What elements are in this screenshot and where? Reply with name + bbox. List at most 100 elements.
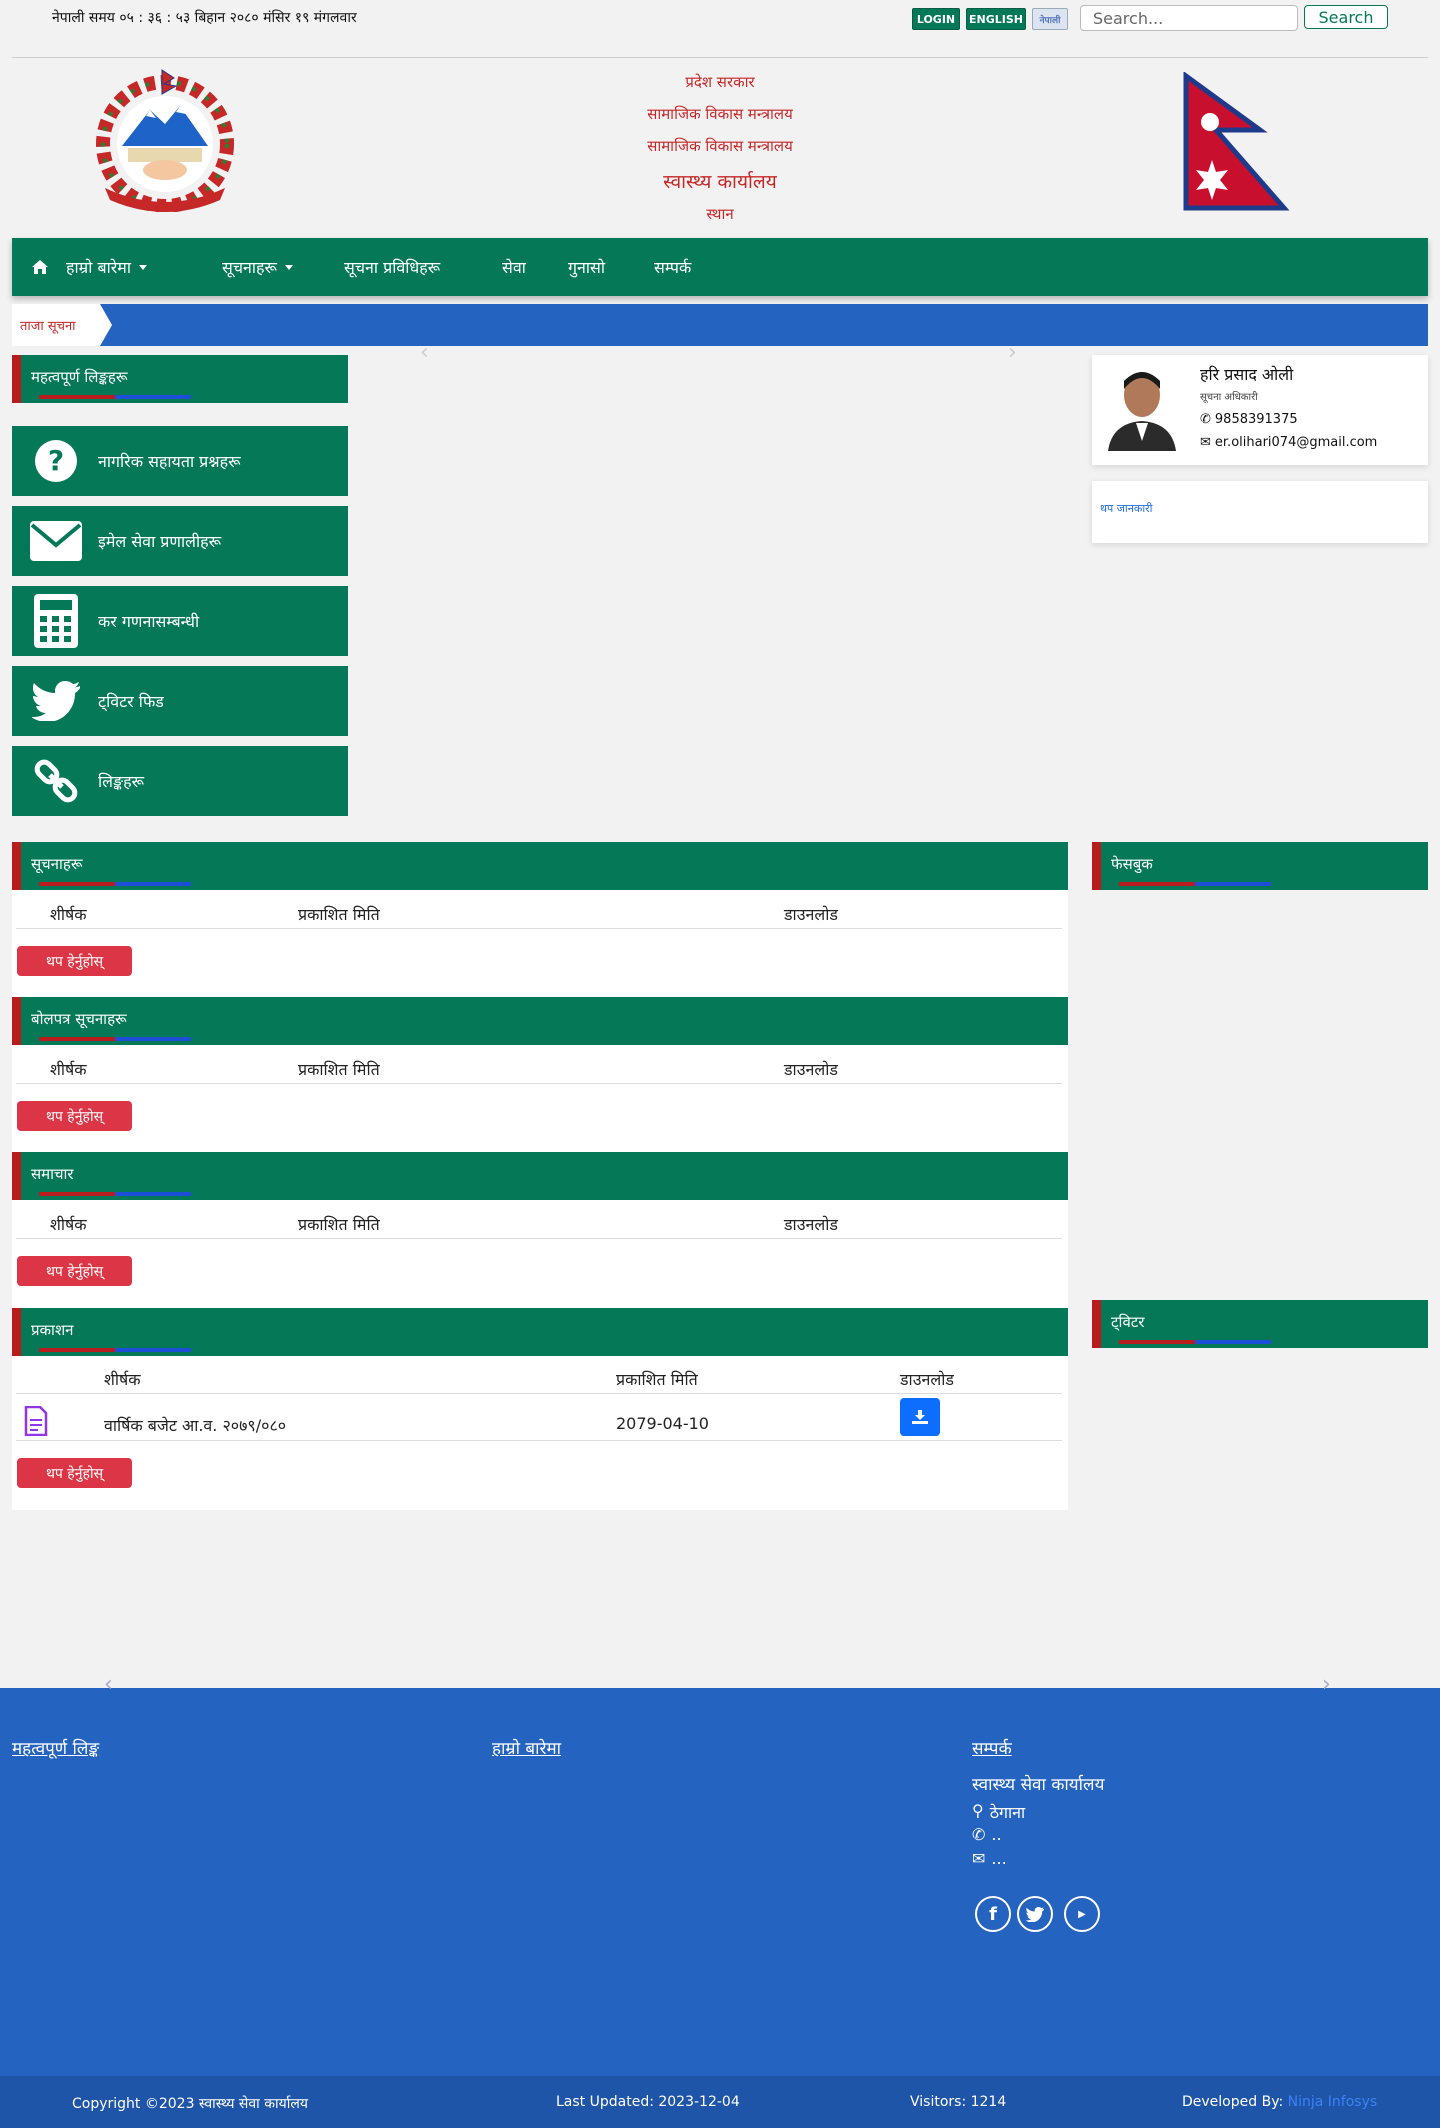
download-icon [912, 1410, 928, 1424]
table-divider [16, 1440, 1062, 1441]
nav-about[interactable]: हाम्रो बारेमा [66, 238, 147, 296]
officer-role: सूचना अधिकारी [1200, 392, 1258, 403]
news-ticker [12, 304, 1428, 346]
site-footer [0, 1688, 1440, 2076]
header-line-2: सामाजिक विकास मन्त्रालय [647, 105, 793, 123]
ticker-label: ताजा सूचना [12, 304, 112, 346]
notices-heading: सूचनाहरू [12, 842, 1068, 890]
nepali-language-button[interactable]: नेपाली [1032, 8, 1068, 30]
nepali-datetime: नेपाली समय ०५ : ३६ : ५३ बिहान २०८० मंसिर… [52, 10, 357, 26]
developed-by: Developed By: Ninja Infosys [1182, 2094, 1378, 2110]
officer-name: हरि प्रसाद ओली [1200, 365, 1294, 384]
footer-bottom-bar: Copyright ©2023 स्वास्थ्य सेवा कार्यालय … [0, 2076, 1440, 2128]
office-location: स्थान [706, 205, 734, 223]
home-icon[interactable] [32, 238, 48, 296]
tile-citizen-help[interactable]: ? नागरिक सहायता प्रश्नहरू [12, 426, 348, 496]
nav-complaints[interactable]: गुनासो [568, 238, 605, 296]
tile-calculator[interactable]: कर गणनासम्बन्धी [12, 586, 348, 656]
footer-slider-prev-icon[interactable]: ‹ [104, 1672, 113, 1697]
nav-contact[interactable]: सम्पर्क [654, 238, 691, 296]
last-updated-text: Last Updated: 2023-12-04 [556, 2094, 740, 2110]
col-download: डाउनलोड [784, 1215, 838, 1234]
col-download: डाउनलोड [900, 1370, 954, 1389]
news-heading: समाचार [12, 1152, 1068, 1200]
col-published-date: प्रकाशित मिति [298, 1060, 380, 1079]
header-line-3: सामाजिक विकास मन्त्रालय [647, 137, 793, 155]
officer-avatar [1102, 361, 1182, 451]
publications-more-button[interactable]: थप हेर्नुहोस् [17, 1458, 132, 1488]
col-download: डाउनलोड [784, 1060, 838, 1079]
main-navbar: हाम्रो बारेमा सूचनाहरू सूचना प्रविधिहरू … [12, 238, 1428, 296]
visitors-count: Visitors: 1214 [910, 2094, 1007, 2110]
officer-email: ✉ er.olihari074@gmail.com [1200, 435, 1378, 450]
search-button[interactable]: Search [1304, 5, 1388, 29]
english-language-button[interactable]: ENGLISH [966, 8, 1026, 30]
more-info-link[interactable]: थप जानकारी [1100, 501, 1153, 516]
copyright-text: Copyright ©2023 स्वास्थ्य सेवा कार्यालय [72, 2096, 308, 2112]
tile-links[interactable]: लिङ्कहरू [12, 746, 348, 816]
col-title: शीर्षक [50, 1215, 87, 1234]
col-published-date: प्रकाशित मिति [298, 905, 380, 924]
phone-icon: ✆ [1200, 412, 1211, 427]
news-more-button[interactable]: थप हेर्नुहोस् [17, 1256, 132, 1286]
file-text-icon [24, 1405, 48, 1440]
table-divider [16, 1238, 1062, 1239]
chevron-down-icon [284, 264, 293, 270]
table-divider [16, 928, 1062, 929]
officer-phone: ✆ 9858391375 [1200, 412, 1298, 427]
col-published-date: प्रकाशित मिति [298, 1215, 380, 1234]
developer-link[interactable]: Ninja Infosys [1288, 2094, 1378, 2110]
nepal-flag-image [1180, 71, 1290, 212]
envelope-icon: ✉ [972, 1849, 986, 1868]
footer-important-links-title[interactable]: महत्वपूर्ण लिङ्क [12, 1736, 99, 1759]
link-icon [26, 751, 86, 811]
phone-icon: ✆ [972, 1825, 986, 1844]
login-button[interactable]: LOGIN [912, 8, 960, 30]
footer-email: ✉... [972, 1849, 1007, 1868]
envelope-icon [26, 511, 86, 571]
map-marker-icon: ⚲ [972, 1801, 984, 1820]
col-download: डाउनलोड [784, 905, 838, 924]
youtube-icon[interactable]: ▶ [1064, 1896, 1100, 1932]
information-officer-card: हरि प्रसाद ओली सूचना अधिकारी ✆ 9858391375… [1092, 355, 1428, 465]
footer-slider-next-icon[interactable]: › [1322, 1672, 1331, 1697]
footer-phone: ✆.. [972, 1825, 1002, 1844]
footer-about-title[interactable]: हाम्रो बारेमा [492, 1736, 561, 1759]
publications-heading: प्रकाशन [12, 1308, 1068, 1356]
slider-next-icon[interactable]: › [1008, 340, 1017, 365]
search-input[interactable]: Search... [1080, 5, 1298, 31]
publication-date: 2079-04-10 [616, 1414, 709, 1433]
slider-prev-icon[interactable]: ‹ [420, 340, 429, 365]
twitter-icon [26, 671, 86, 731]
table-divider [16, 1393, 1062, 1394]
col-published-date: प्रकाशित मिति [616, 1370, 698, 1389]
table-divider [16, 1083, 1062, 1084]
nepal-emblem-logo [80, 66, 250, 213]
notices-more-button[interactable]: थप हेर्नुहोस् [17, 946, 132, 976]
nav-it[interactable]: सूचना प्रविधिहरू [344, 238, 440, 296]
twitter-icon[interactable] [1017, 1896, 1053, 1932]
twitter-heading: ट्विटर [1092, 1300, 1428, 1348]
footer-contact-title[interactable]: सम्पर्क [972, 1736, 1012, 1759]
publication-title[interactable]: वार्षिक बजेट आ.व. २०७९/०८० [104, 1414, 286, 1436]
col-title: शीर्षक [50, 1060, 87, 1079]
tile-email[interactable]: इमेल सेवा प्रणालीहरू [12, 506, 348, 576]
top-divider [12, 57, 1428, 58]
nav-services[interactable]: सेवा [502, 238, 526, 296]
important-links-heading: महत्वपूर्ण लिङ्कहरू [12, 355, 348, 403]
download-button[interactable] [900, 1398, 940, 1436]
chevron-down-icon [138, 264, 147, 270]
nav-notices[interactable]: सूचनाहरू [222, 238, 293, 296]
envelope-icon: ✉ [1200, 435, 1211, 450]
footer-address: ⚲ ठेगाना [972, 1801, 1026, 1822]
tender-more-button[interactable]: थप हेर्नुहोस् [17, 1101, 132, 1131]
facebook-heading: फेसबुक [1092, 842, 1428, 890]
col-title: शीर्षक [104, 1370, 141, 1389]
tile-twitter[interactable]: ट्विटर फिड [12, 666, 348, 736]
more-info-panel: थप जानकारी [1092, 481, 1428, 543]
facebook-icon[interactable]: f [975, 1896, 1011, 1932]
office-name: स्वास्थ्य कार्यालय [663, 171, 777, 193]
col-title: शीर्षक [50, 905, 87, 924]
tender-notices-heading: बोलपत्र सूचनाहरू [12, 997, 1068, 1045]
footer-office-name: स्वास्थ्य सेवा कार्यालय [972, 1775, 1105, 1795]
